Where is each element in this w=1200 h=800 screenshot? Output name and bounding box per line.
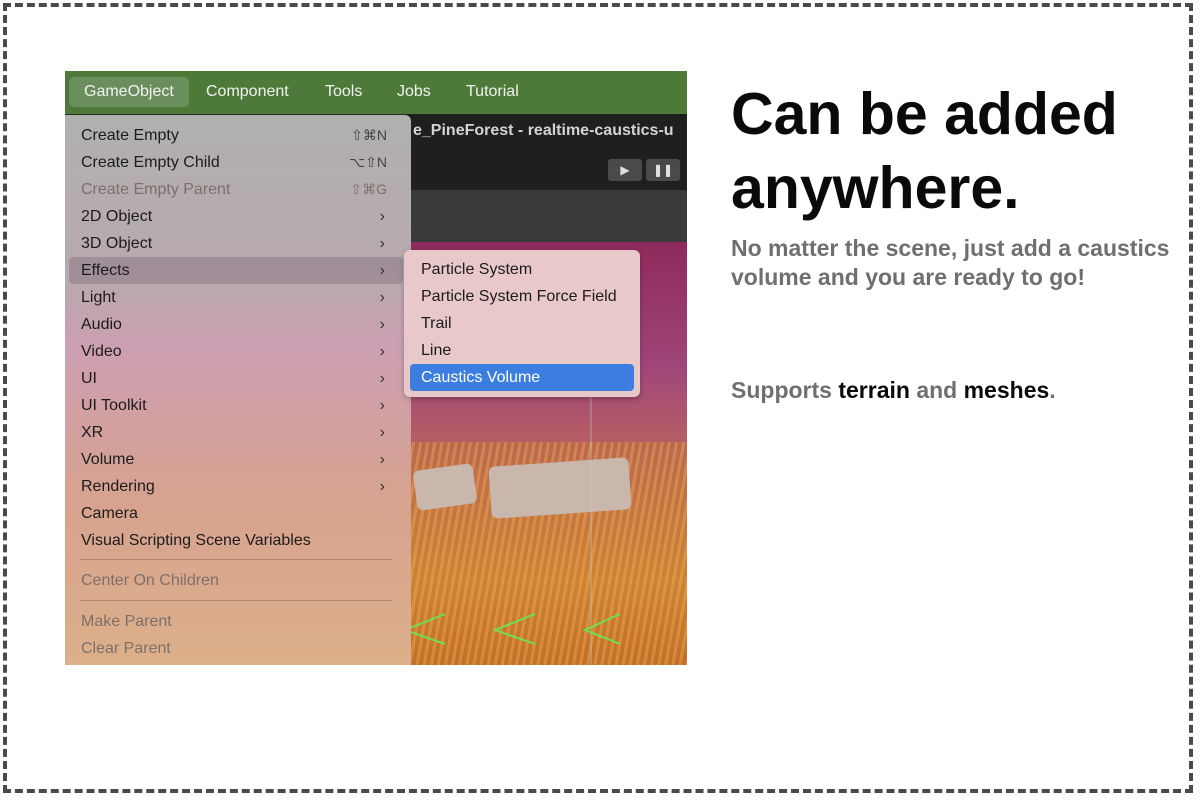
menu-item-label: UI Toolkit [81, 397, 147, 414]
scene-toolbar [405, 190, 687, 242]
chevron-right-icon: › [379, 370, 385, 387]
submenu-item-particle-system-force-field[interactable]: Particle System Force Field [410, 283, 634, 310]
unity-editor-screenshot: GameObject Component Tools Jobs Tutorial… [65, 71, 687, 665]
chevron-right-icon: › [379, 316, 385, 333]
menu-item-label: Create Empty [81, 127, 179, 144]
submenu-item-label: Caustics Volume [421, 369, 541, 386]
menu-item-label: Audio [81, 316, 122, 333]
menu-item-label: 2D Object [81, 208, 153, 225]
menu-item-visual-scripting-scene-variables[interactable]: Visual Scripting Scene Variables [69, 527, 403, 554]
supports-suffix: . [1049, 377, 1056, 403]
gameobject-dropdown: Create Empty ⇧⌘N Create Empty Child ⌥⇧N … [65, 115, 411, 665]
menu-item-label: Light [81, 289, 116, 306]
submenu-item-particle-system[interactable]: Particle System [410, 256, 634, 283]
chevron-right-icon: › [379, 289, 385, 306]
menu-item-clear-parent: Clear Parent [69, 635, 403, 662]
shortcut-label: ⇧⌘G [350, 181, 387, 197]
pause-icon: ❚❚ [652, 163, 674, 177]
menu-item-label: Rendering [81, 478, 155, 495]
promo-description: No matter the scene, just add a caustics… [731, 235, 1170, 290]
menu-item-ui[interactable]: UI › [69, 365, 403, 392]
menu-item-label: Effects [81, 262, 130, 279]
submenu-item-caustics-volume[interactable]: Caustics Volume [410, 364, 634, 391]
menu-item-xr[interactable]: XR › [69, 419, 403, 446]
menu-item-label: Camera [81, 505, 138, 522]
play-button[interactable]: ▶ [608, 159, 642, 181]
menu-item-create-empty-child[interactable]: Create Empty Child ⌥⇧N [69, 149, 403, 176]
supports-line: Supports terrain and meshes. [731, 376, 1171, 405]
menu-gameobject[interactable]: GameObject [69, 77, 189, 107]
chevron-right-icon: › [379, 208, 385, 225]
term-meshes: meshes [963, 377, 1050, 403]
term-terrain: terrain [838, 377, 910, 403]
shortcut-label: ⌥⇧N [349, 154, 387, 170]
play-icon: ▶ [620, 163, 630, 177]
menu-tools[interactable]: Tools [310, 71, 377, 114]
menu-item-label: Visual Scripting Scene Variables [81, 532, 311, 549]
menu-tutorial[interactable]: Tutorial [451, 71, 534, 114]
supports-middle: and [909, 377, 964, 403]
menu-item-3d-object[interactable]: 3D Object › [69, 230, 403, 257]
chevron-right-icon: › [379, 397, 385, 414]
chevron-right-icon: › [379, 478, 385, 495]
menu-item-video[interactable]: Video › [69, 338, 403, 365]
menu-item-create-empty-parent: Create Empty Parent ⇧⌘G [69, 176, 403, 203]
menu-item-label: Clear Parent [81, 640, 171, 657]
promo-heading: Can be added anywhere. [731, 81, 1118, 221]
menu-item-label: Volume [81, 451, 135, 468]
menu-item-make-parent: Make Parent [69, 608, 403, 635]
menu-jobs[interactable]: Jobs [382, 71, 446, 114]
submenu-item-label: Trail [421, 315, 452, 332]
submenu-item-label: Line [421, 342, 452, 359]
pause-button[interactable]: ❚❚ [646, 159, 680, 181]
window-title: e_PineForest - realtime-caustics-u [413, 122, 674, 139]
menu-item-ui-toolkit[interactable]: UI Toolkit › [69, 392, 403, 419]
chevron-right-icon: › [379, 262, 385, 279]
menu-component[interactable]: Component [191, 71, 304, 114]
submenu-item-trail[interactable]: Trail [410, 310, 634, 337]
menu-item-2d-object[interactable]: 2D Object › [69, 203, 403, 230]
menu-item-create-empty[interactable]: Create Empty ⇧⌘N [69, 122, 403, 149]
effects-submenu: Particle System Particle System Force Fi… [404, 250, 640, 397]
menu-item-light[interactable]: Light › [69, 284, 403, 311]
menu-item-label: Create Empty Parent [81, 181, 231, 198]
menu-item-camera[interactable]: Camera [69, 500, 403, 527]
menu-item-label: Make Parent [81, 613, 172, 630]
submenu-item-label: Particle System [421, 261, 533, 278]
menu-item-audio[interactable]: Audio › [69, 311, 403, 338]
submenu-item-label: Particle System Force Field [421, 288, 617, 305]
shortcut-label: ⇧⌘N [351, 127, 387, 143]
menu-bar: GameObject Component Tools Jobs Tutorial [65, 71, 687, 114]
submenu-item-line[interactable]: Line [410, 337, 634, 364]
menu-item-volume[interactable]: Volume › [69, 446, 403, 473]
menu-item-label: Video [81, 343, 122, 360]
menu-divider [80, 600, 392, 601]
menu-item-rendering[interactable]: Rendering › [69, 473, 403, 500]
menu-item-label: 3D Object [81, 235, 153, 252]
chevron-right-icon: › [379, 451, 385, 468]
editor-title-bar: e_PineForest - realtime-caustics-u ▶ ❚❚ [405, 114, 687, 190]
chevron-right-icon: › [379, 343, 385, 360]
menu-item-label: XR [81, 424, 104, 441]
chevron-right-icon: › [379, 424, 385, 441]
menu-item-label: UI [81, 370, 97, 387]
menu-item-label: Center On Children [81, 572, 219, 589]
menu-item-effects[interactable]: Effects › [69, 257, 403, 284]
menu-divider [80, 559, 392, 560]
supports-prefix: Supports [731, 377, 839, 403]
menu-item-label: Create Empty Child [81, 154, 220, 171]
chevron-right-icon: › [379, 235, 385, 252]
menu-item-center-on-children: Center On Children [69, 567, 403, 594]
